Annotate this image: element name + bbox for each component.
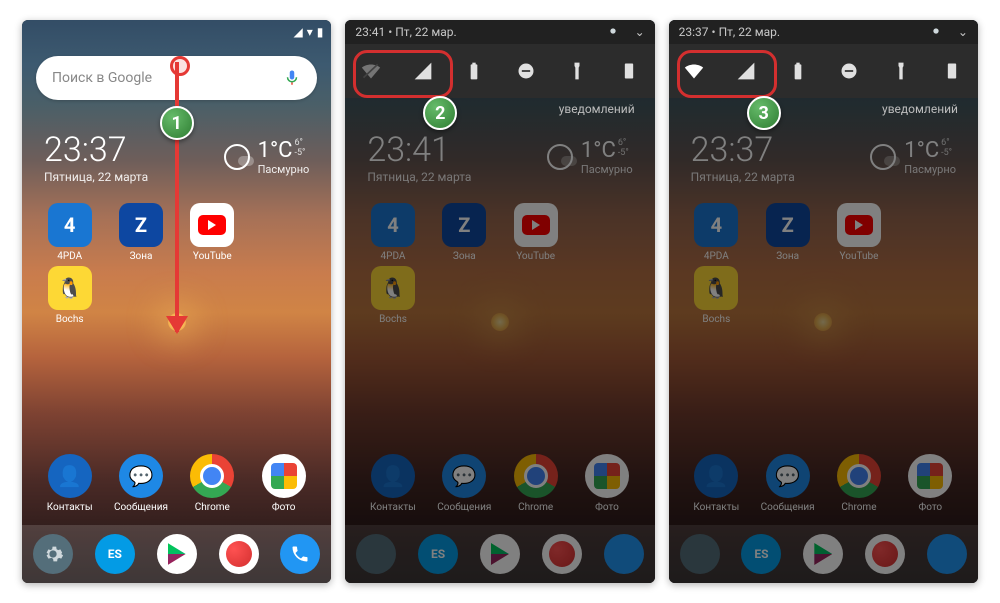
settings-icon[interactable]	[605, 23, 621, 42]
dock-opera[interactable]	[219, 534, 259, 574]
mic-icon[interactable]	[283, 69, 301, 87]
flashlight-tile[interactable]	[565, 59, 589, 83]
app-photos[interactable]: Фото	[248, 454, 319, 513]
expand-icon[interactable]: ⌄	[958, 25, 968, 39]
dock-settings[interactable]	[33, 534, 73, 574]
expand-icon[interactable]: ⌄	[635, 25, 645, 39]
clock-date: Пятница, 22 марта	[44, 170, 148, 184]
app-contacts[interactable]: 👤Контакты	[34, 454, 105, 513]
dnd-tile[interactable]	[837, 59, 861, 83]
quick-settings-row	[669, 44, 978, 98]
app-zona[interactable]: ZЗона	[105, 203, 176, 262]
step-badge-1: 1	[160, 106, 194, 140]
no-notifications-label: уведомлений	[882, 102, 958, 116]
favorites-row: 👤Контакты 💬Сообщения Chrome Фото	[34, 454, 319, 513]
shade-header: 23:41 • Пт, 22 мар. ⌄	[345, 20, 654, 44]
quick-settings-row	[345, 44, 654, 98]
phone-panel-3: 23:37 • Пт, 22 мар. ⌄ уведомлений 23:37П…	[669, 20, 978, 583]
flashlight-tile[interactable]	[889, 59, 913, 83]
wifi-icon: ▾	[307, 25, 313, 39]
battery-tile[interactable]	[462, 59, 486, 83]
rotation-tile[interactable]	[617, 59, 641, 83]
swipe-down-arrow	[175, 62, 179, 332]
app-4pda[interactable]: 44PDA	[34, 203, 105, 262]
phone-panel-1: ◢ ▾ ▮ Поиск в Google 23:37 Пятница, 22 м…	[22, 20, 331, 583]
weather-temp: 1°C	[258, 138, 293, 163]
phone-panel-2: 23:41 • Пт, 22 мар. ⌄ уведомлений 23:41П…	[345, 20, 654, 583]
shade-header: 23:37 • Пт, 22 мар. ⌄	[669, 20, 978, 44]
battery-icon: ▮	[317, 25, 324, 39]
app-bochs[interactable]: 🐧Bochs	[34, 266, 105, 325]
dock-es[interactable]: ES	[95, 534, 135, 574]
dock-play-store[interactable]	[157, 534, 197, 574]
bottom-dock: ES	[22, 525, 331, 583]
settings-icon[interactable]	[928, 23, 944, 42]
step-badge-3: 3	[747, 96, 781, 130]
dock-phone[interactable]	[280, 534, 320, 574]
cellular-tile[interactable]	[734, 59, 758, 83]
dnd-tile[interactable]	[514, 59, 538, 83]
clock-weather-widget: 23:41Пятница, 22 марта 1°C6°-5°Пасмурно	[345, 130, 654, 184]
search-placeholder: Поиск в Google	[52, 70, 152, 86]
wifi-tile[interactable]	[682, 59, 706, 83]
status-bar: ◢ ▾ ▮	[22, 20, 331, 44]
no-notifications-label: уведомлений	[559, 102, 635, 116]
app-chrome[interactable]: Chrome	[177, 454, 248, 513]
app-messages[interactable]: 💬Сообщения	[105, 454, 176, 513]
weather-condition: Пасмурно	[258, 163, 310, 176]
battery-tile[interactable]	[786, 59, 810, 83]
clock-time: 23:37	[44, 130, 148, 170]
wifi-tile[interactable]	[359, 59, 383, 83]
cellular-icon: ◢	[293, 25, 302, 39]
app-youtube[interactable]: YouTube	[177, 203, 248, 262]
cellular-tile[interactable]	[411, 59, 435, 83]
weather-icon	[224, 144, 250, 170]
rotation-tile[interactable]	[940, 59, 964, 83]
